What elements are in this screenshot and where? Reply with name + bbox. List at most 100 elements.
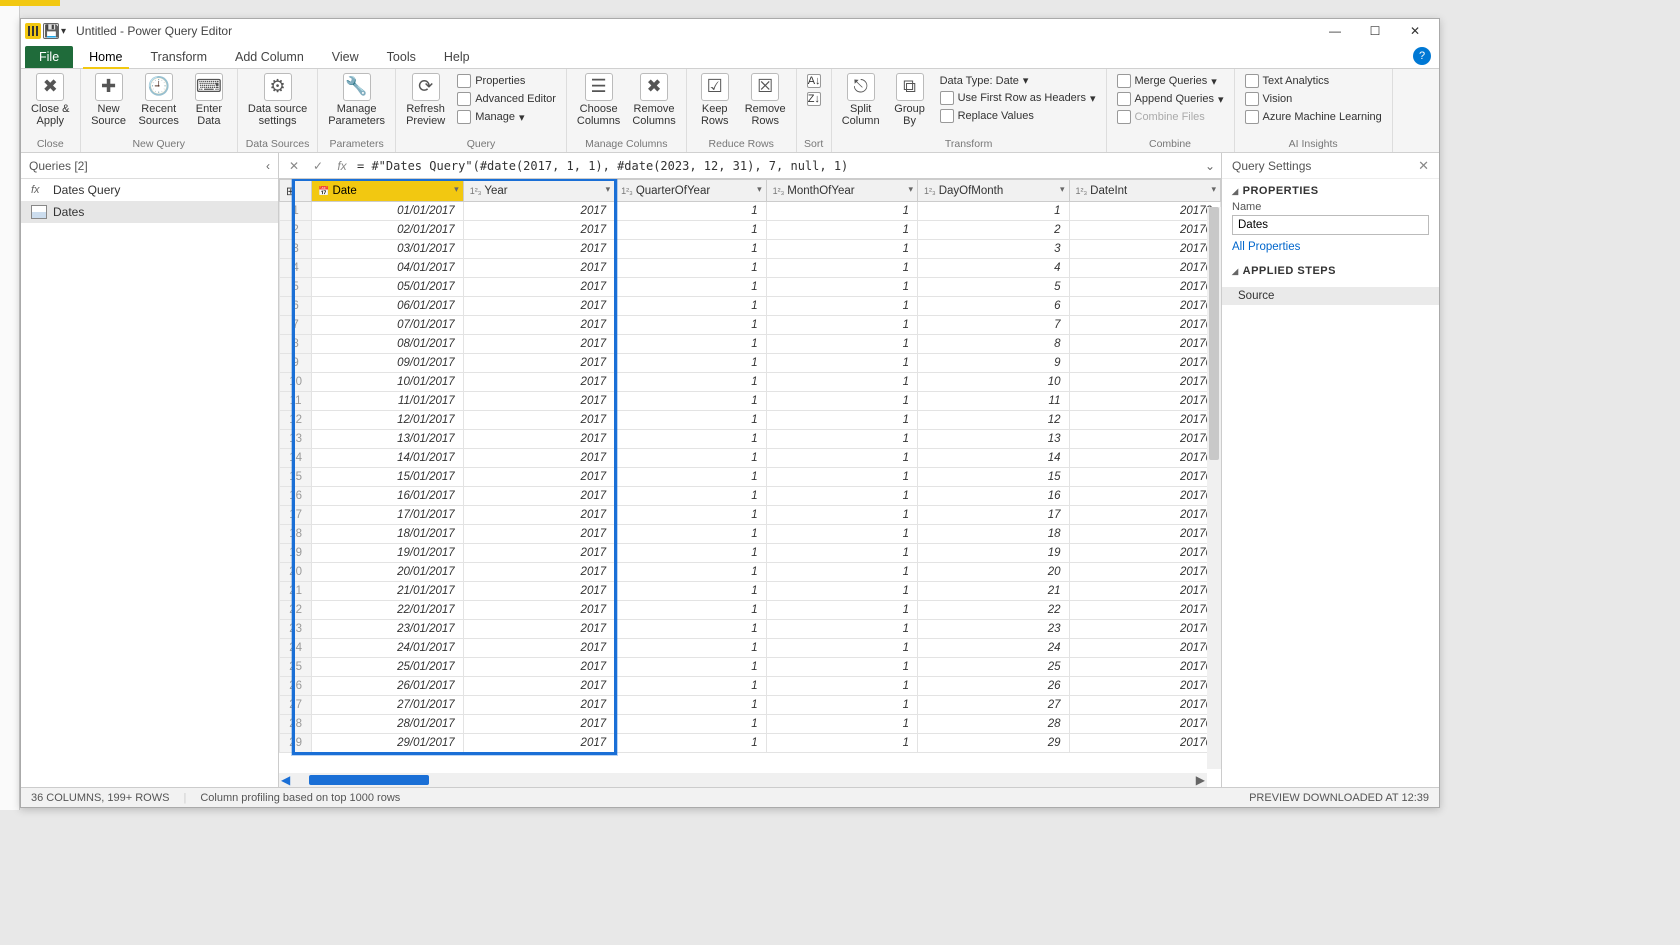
row-number[interactable]: 20 bbox=[280, 563, 312, 582]
table-row[interactable]: 2121/01/20172017112120170 bbox=[280, 582, 1221, 601]
column-header-year[interactable]: 1²₃Year▾ bbox=[463, 180, 614, 202]
cell-monthofyear[interactable]: 1 bbox=[766, 468, 917, 487]
cell-year[interactable]: 2017 bbox=[463, 221, 614, 240]
cell-date[interactable]: 09/01/2017 bbox=[312, 354, 463, 373]
cell-quarterofyear[interactable]: 1 bbox=[615, 373, 766, 392]
cell-monthofyear[interactable]: 1 bbox=[766, 373, 917, 392]
table-row[interactable]: 1212/01/20172017111220170 bbox=[280, 411, 1221, 430]
refresh-preview-button[interactable]: ⟳Refresh Preview bbox=[402, 71, 449, 129]
cell-monthofyear[interactable]: 1 bbox=[766, 392, 917, 411]
cell-dayofmonth[interactable]: 1 bbox=[918, 202, 1069, 221]
cell-year[interactable]: 2017 bbox=[463, 658, 614, 677]
cell-year[interactable]: 2017 bbox=[463, 259, 614, 278]
cell-monthofyear[interactable]: 1 bbox=[766, 354, 917, 373]
new-source-button[interactable]: ✚New Source bbox=[87, 71, 131, 129]
table-row[interactable]: 909/01/2017201711920170 bbox=[280, 354, 1221, 373]
table-row[interactable]: 1515/01/20172017111520170 bbox=[280, 468, 1221, 487]
cell-year[interactable]: 2017 bbox=[463, 487, 614, 506]
azure-ml-button[interactable]: Azure Machine Learning bbox=[1243, 109, 1384, 125]
cell-quarterofyear[interactable]: 1 bbox=[615, 525, 766, 544]
vertical-scrollbar[interactable] bbox=[1207, 207, 1221, 769]
cell-monthofyear[interactable]: 1 bbox=[766, 563, 917, 582]
cell-year[interactable]: 2017 bbox=[463, 411, 614, 430]
column-header-dayofmonth[interactable]: 1²₃DayOfMonth▾ bbox=[918, 180, 1069, 202]
enter-data-button[interactable]: ⌨Enter Data bbox=[187, 71, 231, 129]
row-number[interactable]: 25 bbox=[280, 658, 312, 677]
remove-columns-button[interactable]: ✖Remove Columns bbox=[628, 71, 679, 129]
qat-dropdown-icon[interactable]: ▾ bbox=[61, 26, 66, 37]
advanced-editor-button[interactable]: Advanced Editor bbox=[455, 91, 558, 107]
cell-dayofmonth[interactable]: 16 bbox=[918, 487, 1069, 506]
table-row[interactable]: 1818/01/20172017111820170 bbox=[280, 525, 1221, 544]
tab-home[interactable]: Home bbox=[75, 46, 136, 68]
data-source-settings-button[interactable]: ⚙Data source settings bbox=[244, 71, 311, 129]
cell-dayofmonth[interactable]: 13 bbox=[918, 430, 1069, 449]
cell-dayofmonth[interactable]: 9 bbox=[918, 354, 1069, 373]
cell-dayofmonth[interactable]: 14 bbox=[918, 449, 1069, 468]
row-number[interactable]: 17 bbox=[280, 506, 312, 525]
cell-quarterofyear[interactable]: 1 bbox=[615, 734, 766, 753]
cell-year[interactable]: 2017 bbox=[463, 449, 614, 468]
table-row[interactable]: 303/01/2017201711320170 bbox=[280, 240, 1221, 259]
table-row[interactable]: 2525/01/20172017112520170 bbox=[280, 658, 1221, 677]
row-number[interactable]: 28 bbox=[280, 715, 312, 734]
table-row[interactable]: 808/01/2017201711820170 bbox=[280, 335, 1221, 354]
cell-quarterofyear[interactable]: 1 bbox=[615, 506, 766, 525]
cell-quarterofyear[interactable]: 1 bbox=[615, 240, 766, 259]
cell-monthofyear[interactable]: 1 bbox=[766, 430, 917, 449]
cell-dateint[interactable]: 20170 bbox=[1069, 240, 1221, 259]
cell-date[interactable]: 23/01/2017 bbox=[312, 620, 463, 639]
cell-date[interactable]: 01/01/2017 bbox=[312, 202, 463, 221]
row-number[interactable]: 1 bbox=[280, 202, 312, 221]
merge-queries-button[interactable]: Merge Queries ▾ bbox=[1115, 73, 1226, 89]
cell-monthofyear[interactable]: 1 bbox=[766, 278, 917, 297]
row-number[interactable]: 16 bbox=[280, 487, 312, 506]
cell-dayofmonth[interactable]: 2 bbox=[918, 221, 1069, 240]
cell-dateint[interactable]: 20170 bbox=[1069, 202, 1221, 221]
maximize-button[interactable]: ☐ bbox=[1355, 19, 1395, 43]
cell-date[interactable]: 18/01/2017 bbox=[312, 525, 463, 544]
cell-dateint[interactable]: 20170 bbox=[1069, 620, 1221, 639]
row-number[interactable]: 7 bbox=[280, 316, 312, 335]
cell-date[interactable]: 06/01/2017 bbox=[312, 297, 463, 316]
cell-date[interactable]: 21/01/2017 bbox=[312, 582, 463, 601]
cell-date[interactable]: 11/01/2017 bbox=[312, 392, 463, 411]
cell-dayofmonth[interactable]: 24 bbox=[918, 639, 1069, 658]
cell-year[interactable]: 2017 bbox=[463, 430, 614, 449]
cell-date[interactable]: 04/01/2017 bbox=[312, 259, 463, 278]
row-number[interactable]: 18 bbox=[280, 525, 312, 544]
table-row[interactable]: 1717/01/20172017111720170 bbox=[280, 506, 1221, 525]
row-number[interactable]: 10 bbox=[280, 373, 312, 392]
row-number[interactable]: 27 bbox=[280, 696, 312, 715]
row-number[interactable]: 29 bbox=[280, 734, 312, 753]
cell-dayofmonth[interactable]: 10 bbox=[918, 373, 1069, 392]
row-number[interactable]: 26 bbox=[280, 677, 312, 696]
tab-add-column[interactable]: Add Column bbox=[221, 46, 318, 68]
cell-date[interactable]: 08/01/2017 bbox=[312, 335, 463, 354]
cell-quarterofyear[interactable]: 1 bbox=[615, 202, 766, 221]
cell-date[interactable]: 20/01/2017 bbox=[312, 563, 463, 582]
table-row[interactable]: 101/01/2017201711120170 bbox=[280, 202, 1221, 221]
formula-cancel-icon[interactable]: ✕ bbox=[285, 159, 303, 173]
table-row[interactable]: 2020/01/20172017112020170 bbox=[280, 563, 1221, 582]
cell-quarterofyear[interactable]: 1 bbox=[615, 658, 766, 677]
applied-steps-title[interactable]: APPLIED STEPS bbox=[1232, 265, 1429, 277]
cell-date[interactable]: 13/01/2017 bbox=[312, 430, 463, 449]
text-analytics-button[interactable]: Text Analytics bbox=[1243, 73, 1384, 89]
cell-year[interactable]: 2017 bbox=[463, 335, 614, 354]
cell-quarterofyear[interactable]: 1 bbox=[615, 221, 766, 240]
cell-date[interactable]: 15/01/2017 bbox=[312, 468, 463, 487]
row-number-header[interactable]: ⊞ bbox=[280, 180, 312, 202]
cell-dayofmonth[interactable]: 27 bbox=[918, 696, 1069, 715]
cell-monthofyear[interactable]: 1 bbox=[766, 639, 917, 658]
cell-quarterofyear[interactable]: 1 bbox=[615, 354, 766, 373]
query-name-input[interactable] bbox=[1232, 215, 1429, 235]
row-number[interactable]: 4 bbox=[280, 259, 312, 278]
cell-year[interactable]: 2017 bbox=[463, 563, 614, 582]
row-number[interactable]: 9 bbox=[280, 354, 312, 373]
cell-quarterofyear[interactable]: 1 bbox=[615, 487, 766, 506]
cell-dayofmonth[interactable]: 15 bbox=[918, 468, 1069, 487]
table-row[interactable]: 2727/01/20172017112720170 bbox=[280, 696, 1221, 715]
cell-date[interactable]: 07/01/2017 bbox=[312, 316, 463, 335]
cell-monthofyear[interactable]: 1 bbox=[766, 221, 917, 240]
